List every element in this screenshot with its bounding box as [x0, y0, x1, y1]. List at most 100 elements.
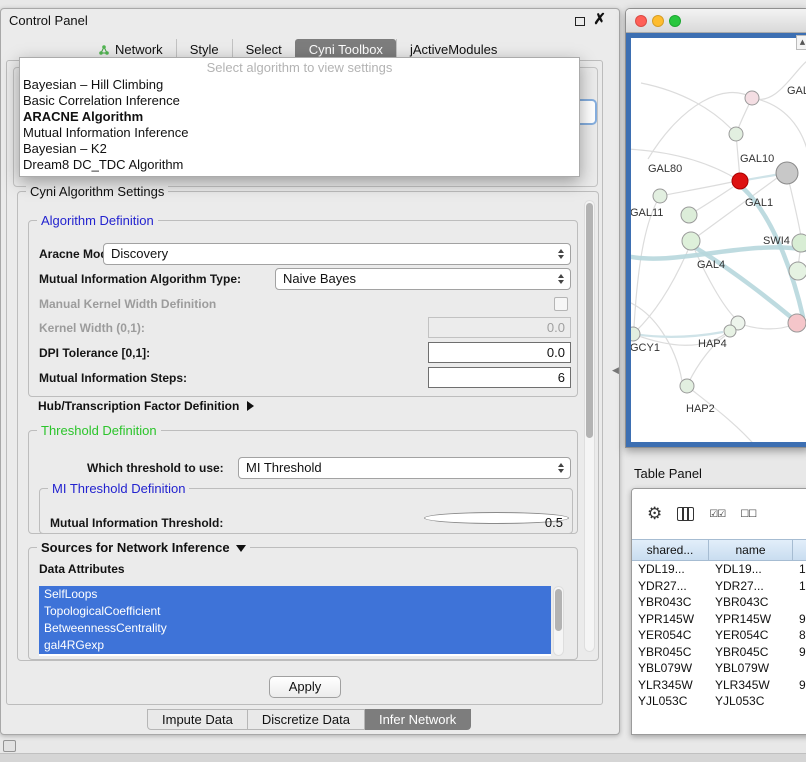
network-edge[interactable] [641, 83, 736, 134]
table-row[interactable]: YPR145WYPR145W9. [632, 611, 806, 628]
table-cell: YDR27... [709, 578, 793, 595]
table-body: YDL19...YDL19...13YDR27...YDR27...12YBR0… [632, 561, 806, 734]
network-node[interactable] [792, 234, 806, 252]
column-header-name[interactable]: name [709, 540, 793, 560]
network-node[interactable] [789, 262, 806, 280]
node-label: GAL10 [740, 153, 774, 165]
table-cell: YBR043C [632, 594, 709, 611]
algorithm-option[interactable]: Bayesian – K2 [20, 141, 579, 157]
network-edge[interactable] [626, 149, 740, 181]
network-edge[interactable] [633, 332, 723, 337]
mi-steps-field[interactable]: 6 [428, 367, 571, 388]
network-node[interactable] [724, 325, 736, 337]
network-canvas[interactable]: GAL80GAL10GAL1GAL11GAL4SWI4GCY1HAP4HAP2G… [626, 9, 806, 448]
algorithm-option[interactable]: ARACNE Algorithm [20, 109, 579, 125]
hub-transcription-factor-section[interactable]: Hub/Transcription Factor Definition [38, 399, 254, 413]
network-node[interactable] [729, 127, 743, 141]
algorithm-option[interactable]: Dream8 DC_TDC Algorithm [20, 157, 579, 173]
minimize-traffic-light[interactable] [652, 15, 664, 27]
apply-button[interactable]: Apply [269, 676, 341, 698]
expand-right-icon[interactable] [247, 401, 254, 411]
network-edge[interactable] [648, 93, 752, 159]
network-node[interactable] [776, 162, 798, 184]
data-attribute-item[interactable]: TopologicalCoefficient [39, 603, 551, 620]
algorithm-option[interactable]: Bayesian – Hill Climbing [20, 77, 579, 93]
dpi-tolerance-label: DPI Tolerance [0,1]: [39, 342, 150, 364]
table-row[interactable]: YER054CYER054C8. [632, 627, 806, 644]
select-rows-icon[interactable]: ☑☑ [709, 509, 725, 520]
table-row[interactable]: YDL19...YDL19...13 [632, 561, 806, 578]
column-header-shared-name[interactable]: shared... [632, 540, 709, 560]
control-panel-window: Control Panel ✗ Network Style Select Cyn… [0, 8, 620, 735]
status-bar-strip [0, 753, 806, 762]
node-label: SWI4 [763, 235, 790, 247]
dpi-tolerance-field[interactable]: 0.0 [428, 342, 571, 363]
attributes-list-scrollbar[interactable] [553, 586, 564, 656]
algorithm-option[interactable]: Mutual Information Inference [20, 125, 579, 141]
network-node[interactable] [680, 379, 694, 393]
network-edge[interactable] [752, 98, 806, 149]
manual-kernel-width-checkbox[interactable] [554, 297, 568, 311]
network-edge[interactable] [660, 182, 732, 196]
data-attributes-list[interactable]: SelfLoopsTopologicalCoefficientBetweenne… [39, 586, 551, 656]
cyni-algorithm-settings-group: Cyni Algorithm Settings Algorithm Defini… [17, 191, 599, 661]
kernel-width-field[interactable]: 0.0 [428, 317, 571, 338]
column-header-partial[interactable] [793, 540, 806, 560]
data-attribute-item[interactable]: SelfLoops [39, 586, 551, 603]
aracne-mode-combobox[interactable]: Discovery [103, 243, 571, 265]
network-node[interactable] [745, 91, 759, 105]
table-cell [793, 693, 806, 710]
mi-threshold-field[interactable]: 0.5 [424, 512, 569, 524]
close-icon[interactable]: ✗ [593, 11, 606, 29]
network-node[interactable] [788, 314, 806, 332]
close-traffic-light[interactable] [635, 15, 647, 27]
collapse-down-icon[interactable] [236, 545, 246, 552]
table-cell: YJL053C [709, 693, 793, 710]
network-node[interactable] [653, 189, 667, 203]
algorithm-dropdown-popup: Select algorithm to view settings Bayesi… [19, 57, 580, 177]
network-node[interactable] [682, 232, 700, 250]
table-row[interactable]: YBR045CYBR045C9. [632, 644, 806, 661]
network-edge[interactable] [687, 386, 758, 448]
gear-icon[interactable]: ⚙ [647, 504, 662, 524]
network-node[interactable] [626, 327, 640, 341]
panel-divider-collapse-icon[interactable]: ◀ [612, 366, 619, 376]
which-threshold-combobox[interactable]: MI Threshold [238, 457, 571, 479]
data-attribute-item[interactable]: gal4RGexp [39, 637, 551, 654]
network-edge[interactable] [738, 323, 792, 329]
network-scrollbar-up-icon[interactable]: ▲ [796, 35, 806, 50]
zoom-traffic-light[interactable] [669, 15, 681, 27]
table-cell: YPR145W [632, 611, 709, 628]
network-view-window[interactable]: GAL80GAL10GAL1GAL11GAL4SWI4GCY1HAP4HAP2G… [625, 8, 806, 448]
table-cell: YLR345W [632, 677, 709, 694]
data-attribute-item[interactable]: BetweennessCentrality [39, 620, 551, 637]
node-label: GAL4 [697, 259, 725, 271]
tab-impute-data[interactable]: Impute Data [147, 709, 248, 730]
scrollbar-thumb[interactable] [586, 203, 593, 438]
network-node[interactable] [732, 173, 748, 189]
combobox-value: MI Threshold [246, 460, 322, 475]
unselect-rows-icon[interactable]: ☐☐ [740, 509, 756, 520]
settings-scrollbar[interactable] [584, 200, 595, 652]
table-row[interactable]: YBL079WYBL079W [632, 660, 806, 677]
tab-discretize-data[interactable]: Discretize Data [248, 709, 365, 730]
cyni-bottom-tabs: Impute Data Discretize Data Infer Networ… [147, 709, 471, 730]
table-cell: YDL19... [709, 561, 793, 578]
network-edge[interactable] [626, 247, 806, 258]
network-node[interactable] [681, 207, 697, 223]
network-edge[interactable] [633, 250, 688, 334]
node-label: HAP2 [686, 403, 715, 415]
table-row[interactable]: YJL053CYJL053C [632, 693, 806, 710]
table-row[interactable]: YDR27...YDR27...12 [632, 578, 806, 595]
tab-infer-network[interactable]: Infer Network [365, 709, 471, 730]
column-selector-icon[interactable] [677, 507, 694, 521]
float-panel-icon[interactable] [575, 17, 585, 26]
scrollbar-thumb[interactable] [555, 589, 562, 631]
table-cell: YDL19... [632, 561, 709, 578]
table-row[interactable]: YBR043CYBR043C [632, 594, 806, 611]
network-window-titlebar[interactable] [626, 9, 806, 33]
mi-algorithm-type-combobox[interactable]: Naive Bayes [275, 268, 571, 290]
table-row[interactable]: YLR345WYLR345W9. [632, 677, 806, 694]
minimized-panel-icon[interactable] [3, 740, 16, 752]
algorithm-option[interactable]: Basic Correlation Inference [20, 93, 579, 109]
